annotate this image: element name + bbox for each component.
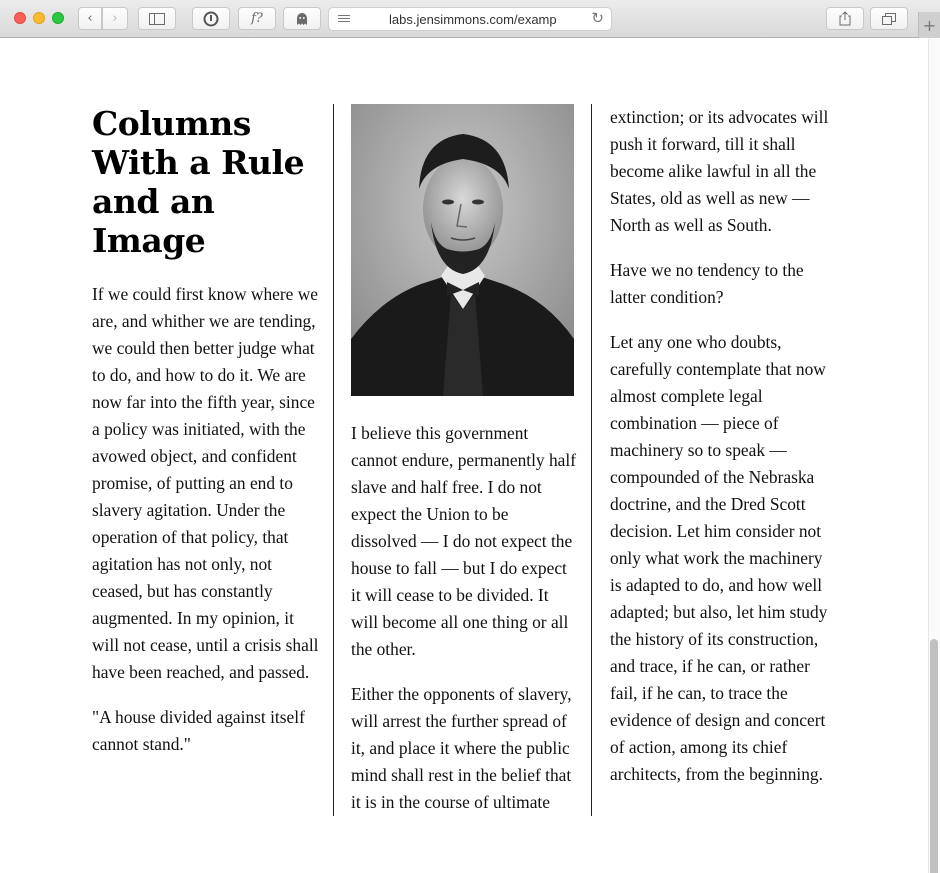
close-window-button[interactable] xyxy=(14,12,26,24)
font-extension-button[interactable]: f? xyxy=(238,7,276,30)
back-button[interactable]: ‹ xyxy=(78,7,102,30)
sidebar-toggle-button[interactable] xyxy=(138,7,176,30)
lincoln-portrait-image xyxy=(351,104,574,396)
column-2: I believe this government cannot endure,… xyxy=(351,104,577,834)
chevron-right-icon: › xyxy=(112,11,118,26)
sidebar-icon xyxy=(149,12,165,25)
share-button[interactable] xyxy=(826,7,864,30)
column-1: Columns With a Rule and an Image If we c… xyxy=(92,104,320,776)
info-circle-icon xyxy=(203,11,219,26)
scrollbar-thumb[interactable] xyxy=(930,639,938,873)
chevron-left-icon: ‹ xyxy=(87,11,93,26)
reader-mode-icon[interactable] xyxy=(338,15,350,24)
share-icon xyxy=(839,11,851,26)
vertical-scrollbar[interactable] xyxy=(928,39,940,873)
privacy-extension-button[interactable] xyxy=(192,7,230,30)
address-bar[interactable]: labs.jensimmons.com/examp ↻ xyxy=(328,7,612,31)
paragraph-continued: extinction; or its advocates will push i… xyxy=(610,107,829,235)
reload-icon[interactable]: ↻ xyxy=(591,9,604,27)
function-icon: f? xyxy=(251,11,263,26)
tabs-icon xyxy=(882,12,896,25)
new-tab-button[interactable]: + xyxy=(918,12,940,38)
ghost-icon xyxy=(297,12,307,25)
forward-button[interactable]: › xyxy=(102,7,128,30)
browser-toolbar: ‹ › f? labs.jensimmons.com/examp ↻ + xyxy=(0,0,940,38)
tab-overview-button[interactable] xyxy=(870,7,908,30)
quote-paragraph: "A house divided against itself cannot s… xyxy=(92,707,305,754)
paragraph: Either the opponents of slavery, will ar… xyxy=(351,684,572,812)
paragraph: I believe this government cannot endure,… xyxy=(351,423,577,659)
paragraph: If we could first know where we are, and… xyxy=(92,284,319,682)
url-text: labs.jensimmons.com/examp xyxy=(389,12,557,27)
plus-icon: + xyxy=(922,15,937,35)
column-3: extinction; or its advocates will push i… xyxy=(610,104,836,806)
column-rule xyxy=(591,104,592,816)
paragraph: Have we no tendency to the latter condit… xyxy=(610,260,804,307)
column-rule xyxy=(333,104,334,816)
maximize-window-button[interactable] xyxy=(52,12,64,24)
ghostery-button[interactable] xyxy=(283,7,321,30)
minimize-window-button[interactable] xyxy=(33,12,45,24)
page-viewport: Columns With a Rule and an Image If we c… xyxy=(0,39,940,873)
paragraph: Let any one who doubts, carefully contem… xyxy=(610,332,828,784)
page-title: Columns With a Rule and an Image xyxy=(92,104,305,260)
